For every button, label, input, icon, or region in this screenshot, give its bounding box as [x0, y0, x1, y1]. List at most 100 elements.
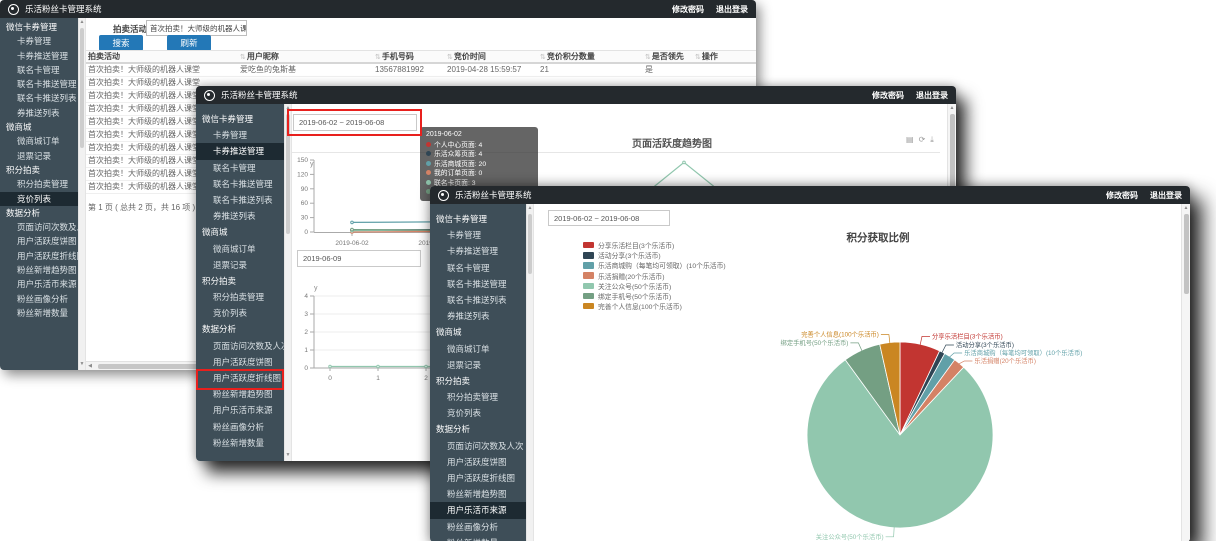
sidebar-item[interactable]: 页面访问次数及人次	[0, 220, 78, 234]
sidebar-item[interactable]: 用户活跃度折线图	[0, 249, 78, 263]
sidebar-item[interactable]: 用户活跃度饼图	[430, 454, 526, 470]
auction-activity-select[interactable]: 首次拍卖！大师级的机器人课堂 ▾	[146, 20, 247, 36]
refresh-button[interactable]: 刷新	[167, 35, 211, 51]
column-header[interactable]: ⇅操作	[693, 51, 756, 62]
logout-link[interactable]: 退出登录	[716, 4, 748, 15]
sidebar-item[interactable]: 券推送列表	[0, 106, 78, 120]
scrollbar-thumb[interactable]	[1184, 214, 1189, 294]
list-icon[interactable]: ▤	[906, 135, 914, 145]
scrollbar-thumb[interactable]	[950, 114, 955, 194]
column-header[interactable]: ⇅竞价时间	[445, 51, 538, 62]
scrollbar-thumb[interactable]	[286, 114, 290, 234]
scrollbar-thumb[interactable]	[80, 28, 84, 148]
sidebar-item[interactable]: 联名卡推送管理	[0, 77, 78, 91]
sidebar-item[interactable]: 粉丝新增数量	[0, 306, 78, 320]
sidebar-item[interactable]: 粉丝画像分析	[0, 292, 78, 306]
change-password-link[interactable]: 修改密码	[872, 90, 904, 101]
sidebar-item[interactable]: 联名卡推送列表	[430, 292, 526, 308]
sidebar-item[interactable]: 竞价列表	[0, 192, 78, 206]
sidebar-nav: 微信卡券管理卡券管理卡券推送管理联名卡管理联名卡推送管理联名卡推送列表券推送列表…	[0, 18, 78, 370]
sidebar-item[interactable]: 竞价列表	[196, 305, 284, 321]
sidebar-item[interactable]: 卡券推送管理	[430, 243, 526, 259]
sidebar-item[interactable]: 用户乐活币来源	[0, 277, 78, 291]
logout-link[interactable]: 退出登录	[916, 90, 948, 101]
sidebar-item[interactable]: 微商城订单	[0, 134, 78, 148]
sidebar-item[interactable]: 粉丝新增趋势图	[430, 486, 526, 502]
sidebar-item[interactable]: 退票记录	[0, 149, 78, 163]
column-header[interactable]: 拍卖活动	[86, 51, 238, 62]
download-icon[interactable]: ⤓	[930, 135, 934, 145]
scroll-up-icon[interactable]: ▲	[948, 104, 956, 112]
table-row[interactable]: 首次拍卖！大师级的机器人课堂爱吃鱼的兔斯基135678819922019-04-…	[86, 64, 756, 77]
scrollbar-thumb[interactable]	[528, 214, 532, 274]
change-password-link[interactable]: 修改密码	[672, 4, 704, 15]
sidebar-item[interactable]: 联名卡推送列表	[196, 192, 284, 208]
scroll-down-icon[interactable]: ▼	[79, 360, 85, 368]
sidebar-item[interactable]: 粉丝画像分析	[430, 519, 526, 535]
scroll-up-icon[interactable]: ▲	[285, 104, 291, 112]
column-header[interactable]: ⇅用户昵称	[238, 51, 373, 62]
chart-shape	[920, 336, 930, 345]
sidebar-item[interactable]: 用户活跃度折线图	[430, 470, 526, 486]
sidebar-item[interactable]: 卡券管理	[430, 227, 526, 243]
search-button[interactable]: 搜索	[99, 35, 143, 51]
column-header[interactable]: ⇅竞价积分数量	[538, 51, 643, 62]
app-title: 乐活粉丝卡管理系统	[221, 89, 298, 101]
scroll-up-icon[interactable]: ▲	[527, 204, 533, 212]
sidebar-item[interactable]: 用户乐活币来源	[196, 402, 284, 418]
sidebar-item[interactable]: 联名卡管理	[196, 160, 284, 176]
sidebar-item[interactable]: 用户活跃度饼图	[0, 234, 78, 248]
sidebar-item[interactable]: 页面访问次数及人次	[430, 438, 526, 454]
table-cell: 是	[643, 64, 693, 76]
change-password-link[interactable]: 修改密码	[1106, 190, 1138, 201]
sidebar-item[interactable]: 退票记录	[430, 357, 526, 373]
sidebar-item[interactable]: 联名卡推送列表	[0, 91, 78, 105]
scroll-up-icon[interactable]: ▲	[1182, 204, 1190, 212]
sidebar-item[interactable]: 竞价列表	[430, 405, 526, 421]
content-scrollbar[interactable]: ▲ ▼	[284, 104, 292, 461]
logout-link[interactable]: 退出登录	[1150, 190, 1182, 201]
refresh-icon[interactable]: ⟳	[919, 135, 926, 145]
sidebar-item[interactable]: 联名卡管理	[0, 63, 78, 77]
scroll-up-icon[interactable]: ▲	[79, 18, 85, 26]
window-scrollbar[interactable]: ▲	[1181, 204, 1190, 541]
sidebar-section-header: 微商城	[0, 120, 78, 134]
sidebar-item[interactable]: 积分拍卖管理	[430, 389, 526, 405]
sidebar-item[interactable]: 券推送列表	[196, 208, 284, 224]
sidebar-item[interactable]: 卡券推送管理	[0, 49, 78, 63]
app-logo-icon	[204, 90, 215, 101]
column-header-label: 是否领先	[652, 52, 684, 61]
sidebar-item[interactable]: 微商城订单	[196, 241, 284, 257]
sidebar-nav: 微信卡券管理卡券管理卡券推送管理联名卡管理联名卡推送管理联名卡推送列表券推送列表…	[430, 204, 526, 541]
table-header: 拍卖活动⇅用户昵称⇅手机号码⇅竞价时间⇅竞价积分数量⇅是否领先⇅操作	[86, 50, 756, 64]
date-range-input[interactable]: 2019-06-02 ~ 2019-06-08	[293, 114, 417, 131]
column-header[interactable]: ⇅手机号码	[373, 51, 445, 62]
sidebar-item[interactable]: 粉丝新增趋势图	[196, 386, 284, 402]
scroll-down-icon[interactable]: ▼	[285, 451, 291, 459]
sidebar-item[interactable]: 卡券推送管理	[196, 143, 284, 159]
sidebar-item[interactable]: 粉丝新增数量	[196, 435, 284, 451]
sidebar-item[interactable]: 用户乐活币来源	[430, 502, 526, 518]
column-header[interactable]: ⇅是否领先	[643, 51, 693, 62]
sidebar-section-header: 积分拍卖	[0, 163, 78, 177]
sidebar-item[interactable]: 微商城订单	[430, 341, 526, 357]
scroll-left-icon[interactable]: ◀	[86, 362, 94, 371]
sidebar-item[interactable]: 卡券管理	[0, 34, 78, 48]
sidebar-item[interactable]: 积分拍卖管理	[0, 177, 78, 191]
date-input[interactable]: 2019-06-09	[297, 250, 421, 267]
sidebar-item[interactable]: 粉丝画像分析	[196, 419, 284, 435]
sidebar-item[interactable]: 用户活跃度饼图	[196, 354, 284, 370]
sidebar-item[interactable]: 粉丝新增趋势图	[0, 263, 78, 277]
sidebar-item[interactable]: 联名卡推送管理	[196, 176, 284, 192]
sidebar-item[interactable]: 页面访问次数及人次	[196, 338, 284, 354]
content-scrollbar[interactable]: ▲ ▼	[78, 18, 86, 370]
sidebar-item[interactable]: 券推送列表	[430, 308, 526, 324]
sidebar-item[interactable]: 卡券管理	[196, 127, 284, 143]
content-scrollbar[interactable]: ▲	[526, 204, 534, 541]
sidebar-item[interactable]: 积分拍卖管理	[196, 289, 284, 305]
sidebar-item[interactable]: 联名卡推送管理	[430, 276, 526, 292]
sidebar-item[interactable]: 退票记录	[196, 257, 284, 273]
sidebar-item[interactable]: 粉丝新增数量	[430, 535, 526, 541]
sidebar-item[interactable]: 联名卡管理	[430, 260, 526, 276]
sidebar-item[interactable]: 用户活跃度折线图	[196, 370, 284, 386]
